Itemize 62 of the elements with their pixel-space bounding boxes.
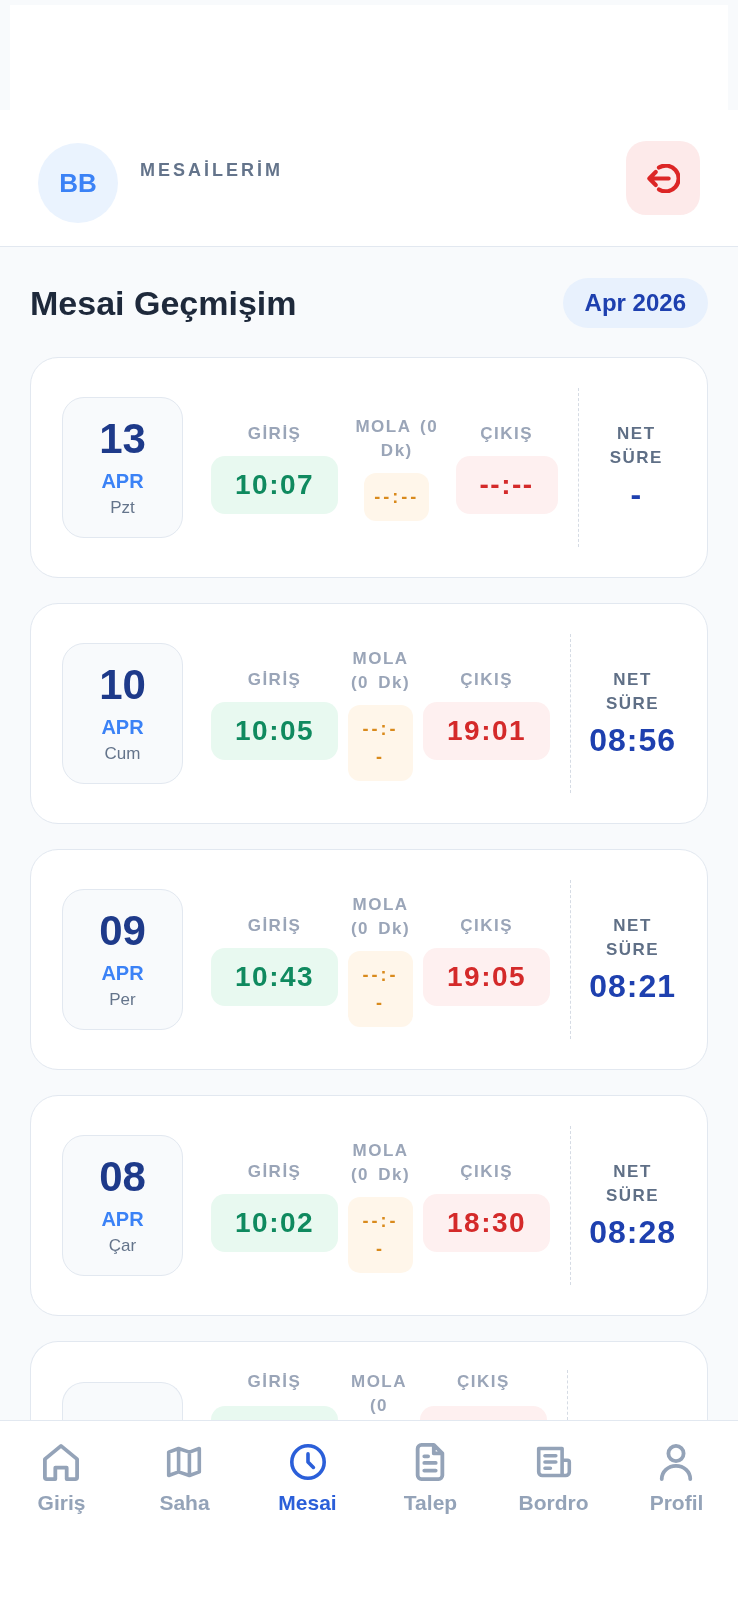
break-label: MOLA (0 Dk): [354, 415, 440, 462]
net-duration-label: NET SÜRE: [608, 422, 664, 469]
check-in-label: GİRİŞ: [247, 422, 302, 445]
check-out-time: 19:01: [423, 701, 551, 760]
day-number: 13: [99, 416, 146, 461]
month-label: APR: [101, 468, 144, 494]
check-in-time: 10:07: [211, 455, 339, 514]
day-number: 09: [99, 908, 146, 953]
month-label: APR: [101, 1206, 144, 1232]
logout-button[interactable]: [626, 141, 700, 215]
page-title: MESAİLERİM: [140, 159, 283, 181]
check-out-label: ÇIKIŞ: [460, 914, 513, 937]
break-time: --:--: [348, 1196, 414, 1273]
day-number: 08: [99, 1154, 146, 1199]
check-out-label: ÇIKIŞ: [460, 668, 513, 691]
weekday-label: Çar: [108, 1234, 137, 1257]
break-time: --:--: [348, 950, 414, 1027]
break-time: --:--: [348, 704, 414, 781]
net-duration-label: NET SÜRE: [604, 1160, 661, 1207]
net-duration-value: 08:21: [589, 966, 676, 1006]
break-label: MOLA (0 Dk): [349, 1139, 412, 1186]
check-out-label: ÇIKIŞ: [457, 1371, 510, 1393]
clock-icon: [289, 1443, 326, 1481]
tab[interactable]: Mesai: [274, 1443, 341, 1515]
check-out-time: --:--: [455, 455, 558, 514]
net-duration-label: NET SÜRE: [604, 668, 661, 715]
net-duration-label: NET SÜRE: [604, 914, 661, 961]
check-in-label: GİRİŞ: [247, 1160, 302, 1183]
weekday-label: Cum: [104, 742, 141, 765]
weekday-label: Per: [109, 988, 136, 1011]
weekday-label: Pzt: [110, 496, 135, 519]
month-label: APR: [101, 960, 144, 986]
break-label: MOLA (0 Dk): [349, 893, 412, 940]
check-in-time: 10:05: [211, 701, 339, 760]
net-duration-value: 08:56: [589, 720, 676, 760]
user-icon: [658, 1443, 695, 1481]
logout-icon: [646, 163, 680, 193]
day-number: 10: [99, 662, 146, 707]
check-in-time: 10:02: [211, 1193, 339, 1252]
avatar-initials: BB: [38, 143, 118, 223]
break-time: --:--: [364, 472, 430, 521]
check-in-label: GİRİŞ: [247, 1371, 302, 1393]
check-out-label: ÇIKIŞ: [480, 422, 533, 445]
check-in-label: GİRİŞ: [247, 914, 302, 937]
break-label: MOLA (0: [349, 1371, 408, 1417]
month-label: APR: [101, 714, 144, 740]
tab[interactable]: Talep: [399, 1443, 462, 1515]
tab[interactable]: Profil: [645, 1443, 708, 1515]
tab[interactable]: Giriş: [33, 1443, 90, 1515]
home-icon: [43, 1443, 80, 1481]
net-duration-value: 08:28: [589, 1212, 676, 1252]
check-out-label: ÇIKIŞ: [460, 1160, 513, 1183]
month-chip[interactable]: Apr 2026: [562, 278, 708, 328]
check-in-time: 10:43: [211, 947, 339, 1006]
check-out-time: 19:05: [423, 947, 551, 1006]
section-title: Mesai Geçmişim: [30, 283, 297, 323]
break-label: MOLA (0 Dk): [349, 647, 412, 694]
check-out-time: 18:30: [423, 1193, 551, 1252]
tab[interactable]: Bordro: [514, 1443, 593, 1515]
tab[interactable]: Saha: [155, 1443, 214, 1515]
check-in-label: GİRİŞ: [247, 668, 302, 691]
net-duration-value: -: [630, 474, 643, 514]
